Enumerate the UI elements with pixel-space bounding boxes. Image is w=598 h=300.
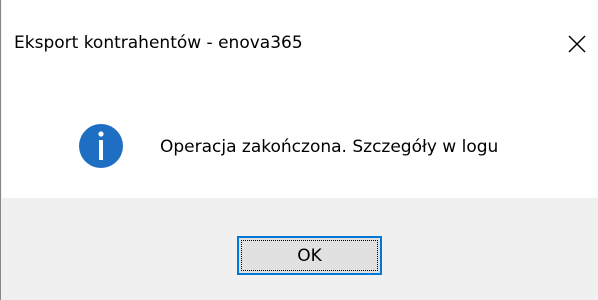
message-box-dialog: Eksport kontrahentów - enova365 Operacja… — [0, 0, 598, 300]
ok-button[interactable]: OK — [237, 236, 382, 275]
message-text: Operacja zakończona. Szczegóły w logu — [160, 137, 499, 157]
button-bar: OK — [2, 198, 598, 300]
close-icon — [568, 35, 586, 53]
title-bar: Eksport kontrahentów - enova365 — [2, 0, 598, 92]
close-button[interactable] — [555, 22, 598, 66]
ok-button-label: OK — [241, 240, 378, 271]
info-icon — [79, 124, 123, 168]
message-area: Operacja zakończona. Szczegóły w logu — [2, 92, 598, 198]
window-title: Eksport kontrahentów - enova365 — [14, 33, 303, 53]
